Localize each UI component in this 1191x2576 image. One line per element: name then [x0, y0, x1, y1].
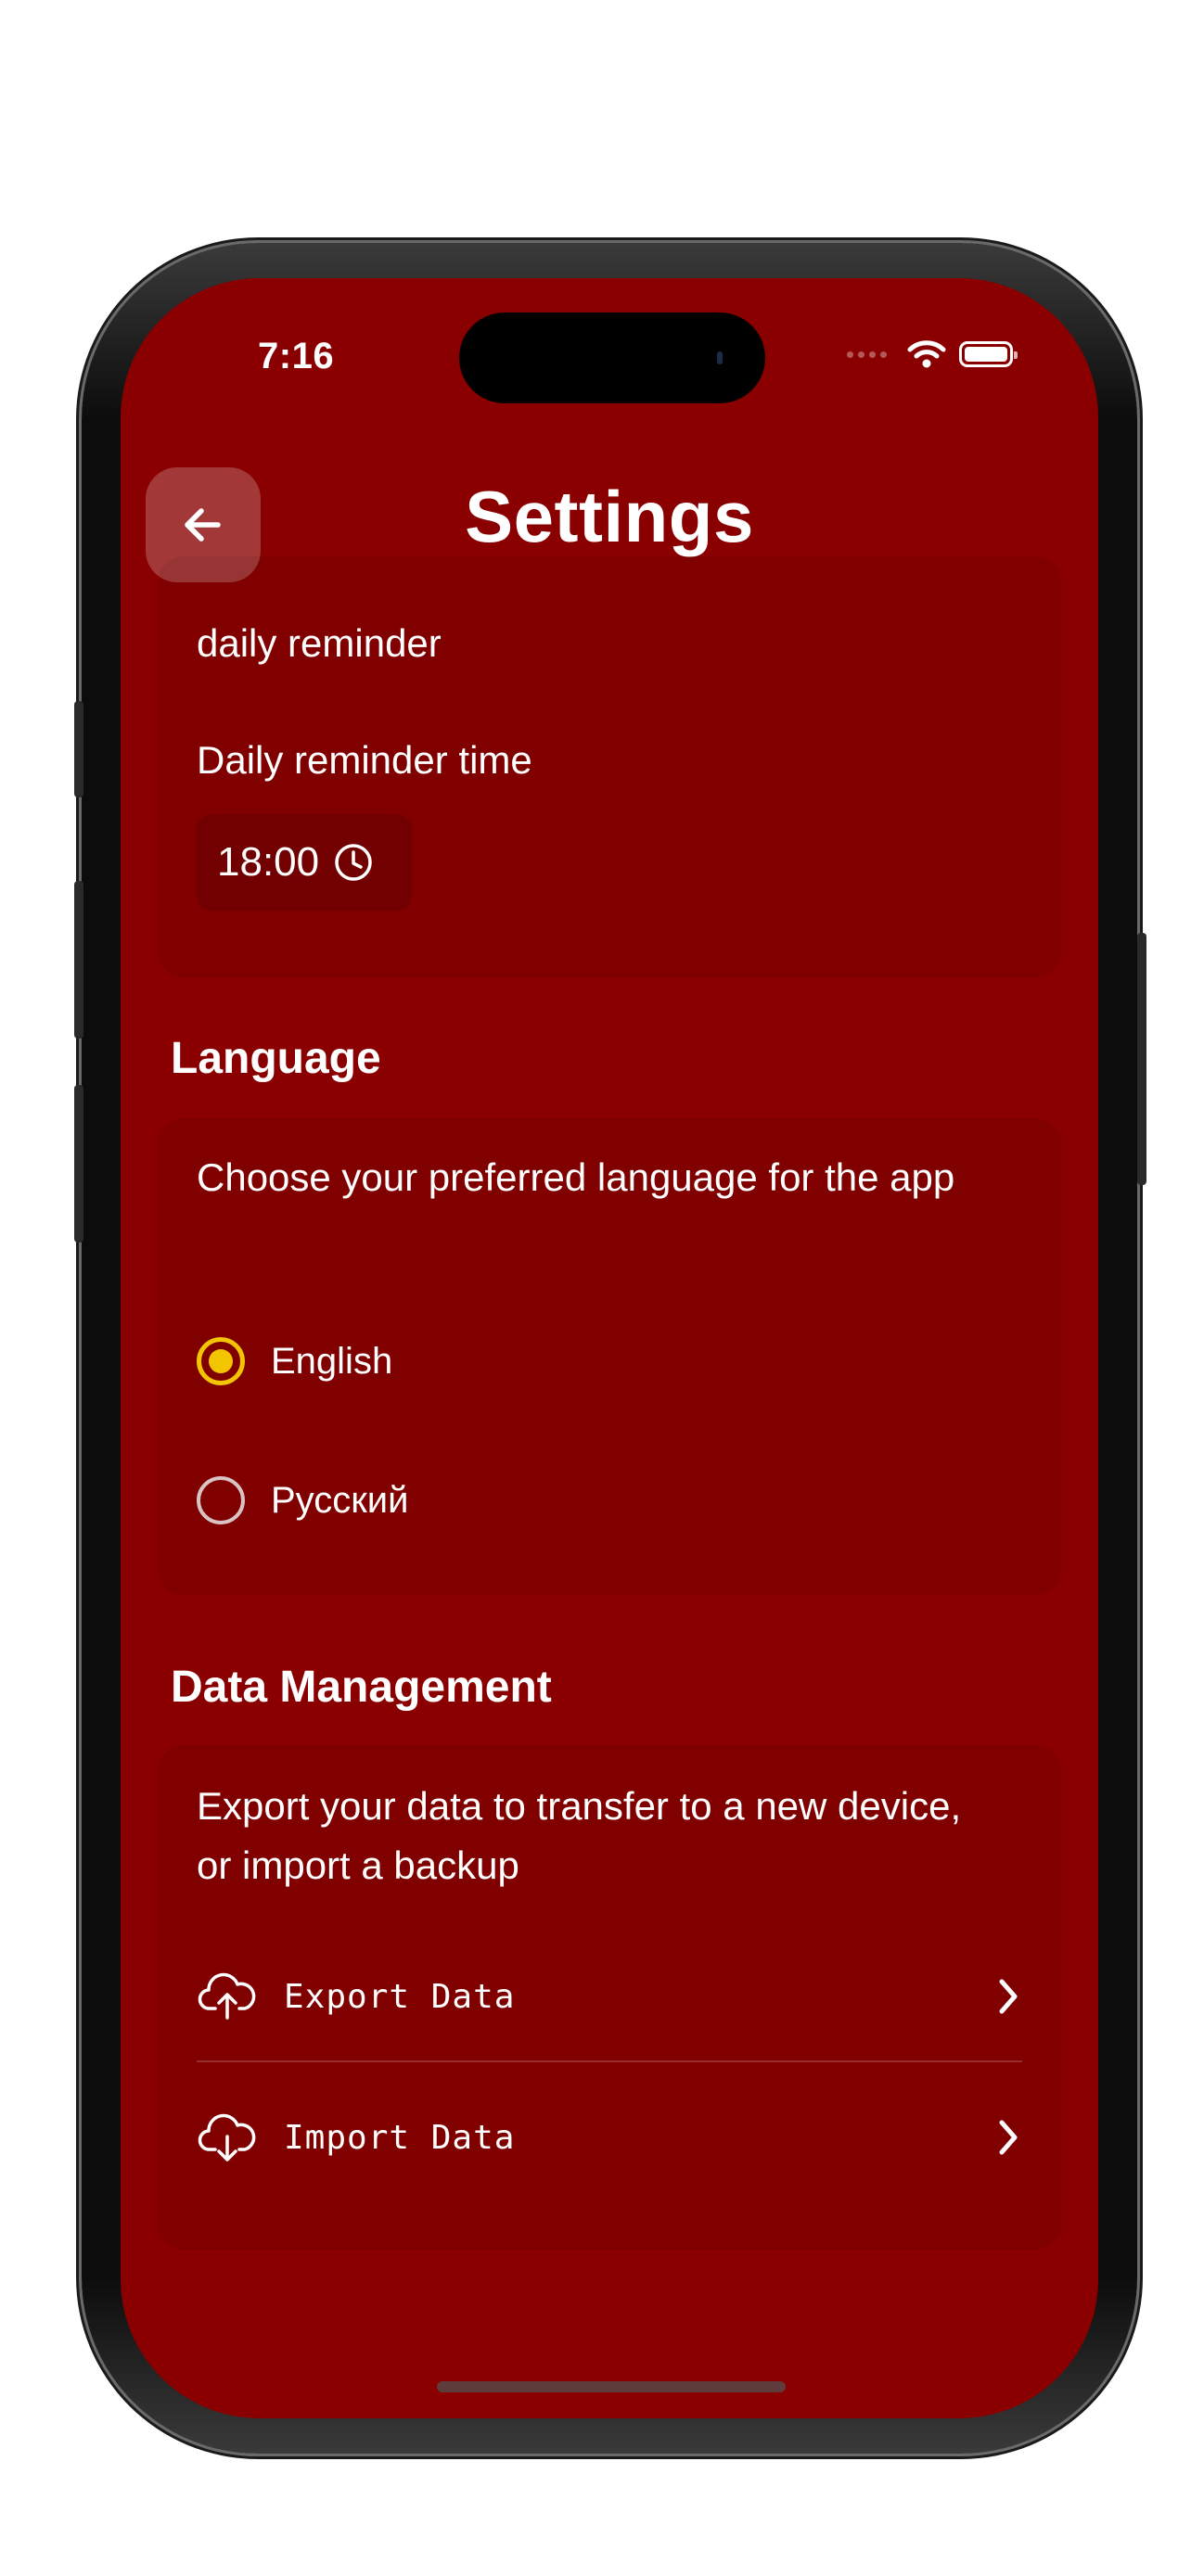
language-description: Choose your preferred language for the a…	[197, 1155, 955, 1199]
data-description: Export your data to transfer to a new de…	[197, 1784, 962, 1887]
import-data-row[interactable]: Import Data	[197, 2086, 1022, 2188]
cloud-download-icon	[198, 2113, 256, 2162]
language-section-title: Language	[171, 1034, 381, 1083]
phone-volume-down-button	[74, 1085, 83, 1243]
cloud-upload-icon	[198, 1972, 256, 2020]
cellular-signal-icon	[847, 351, 887, 358]
battery-icon	[959, 341, 1018, 367]
phone-action-button	[74, 701, 83, 797]
camera-dot	[717, 351, 723, 364]
phone-side-button	[1137, 933, 1146, 1185]
reminder-time-label: Daily reminder time	[197, 738, 532, 782]
app-screen: 7:16 Settings daily reminder Daily remin…	[121, 278, 1098, 2418]
language-option-label: English	[271, 1340, 393, 1382]
clock-icon	[335, 844, 372, 881]
chevron-right-icon	[999, 1979, 1018, 2014]
import-data-label: Import Data	[284, 2118, 516, 2157]
wifi-icon	[907, 340, 946, 368]
data-row-divider	[197, 2060, 1022, 2062]
export-data-label: Export Data	[284, 1977, 516, 2016]
status-indicators	[847, 339, 1018, 369]
home-indicator[interactable]	[437, 2381, 786, 2392]
status-time: 7:16	[258, 336, 335, 376]
language-option-label: Русский	[271, 1479, 409, 1521]
export-data-row[interactable]: Export Data	[197, 1945, 1022, 2047]
page-title: Settings	[465, 476, 754, 557]
radio-selected-icon	[197, 1337, 245, 1385]
language-option-english[interactable]: English	[197, 1337, 392, 1385]
language-option-russian[interactable]: Русский	[197, 1476, 408, 1524]
daily-reminder-label: daily reminder	[197, 621, 442, 665]
chevron-right-icon	[999, 2120, 1018, 2155]
dynamic-island	[459, 312, 765, 403]
radio-unselected-icon	[197, 1476, 245, 1524]
data-section-title: Data Management	[171, 1663, 552, 1712]
reminder-time-picker[interactable]: 18:00	[197, 814, 412, 911]
phone-volume-up-button	[74, 881, 83, 1039]
reminder-time-value: 18:00	[217, 839, 320, 885]
